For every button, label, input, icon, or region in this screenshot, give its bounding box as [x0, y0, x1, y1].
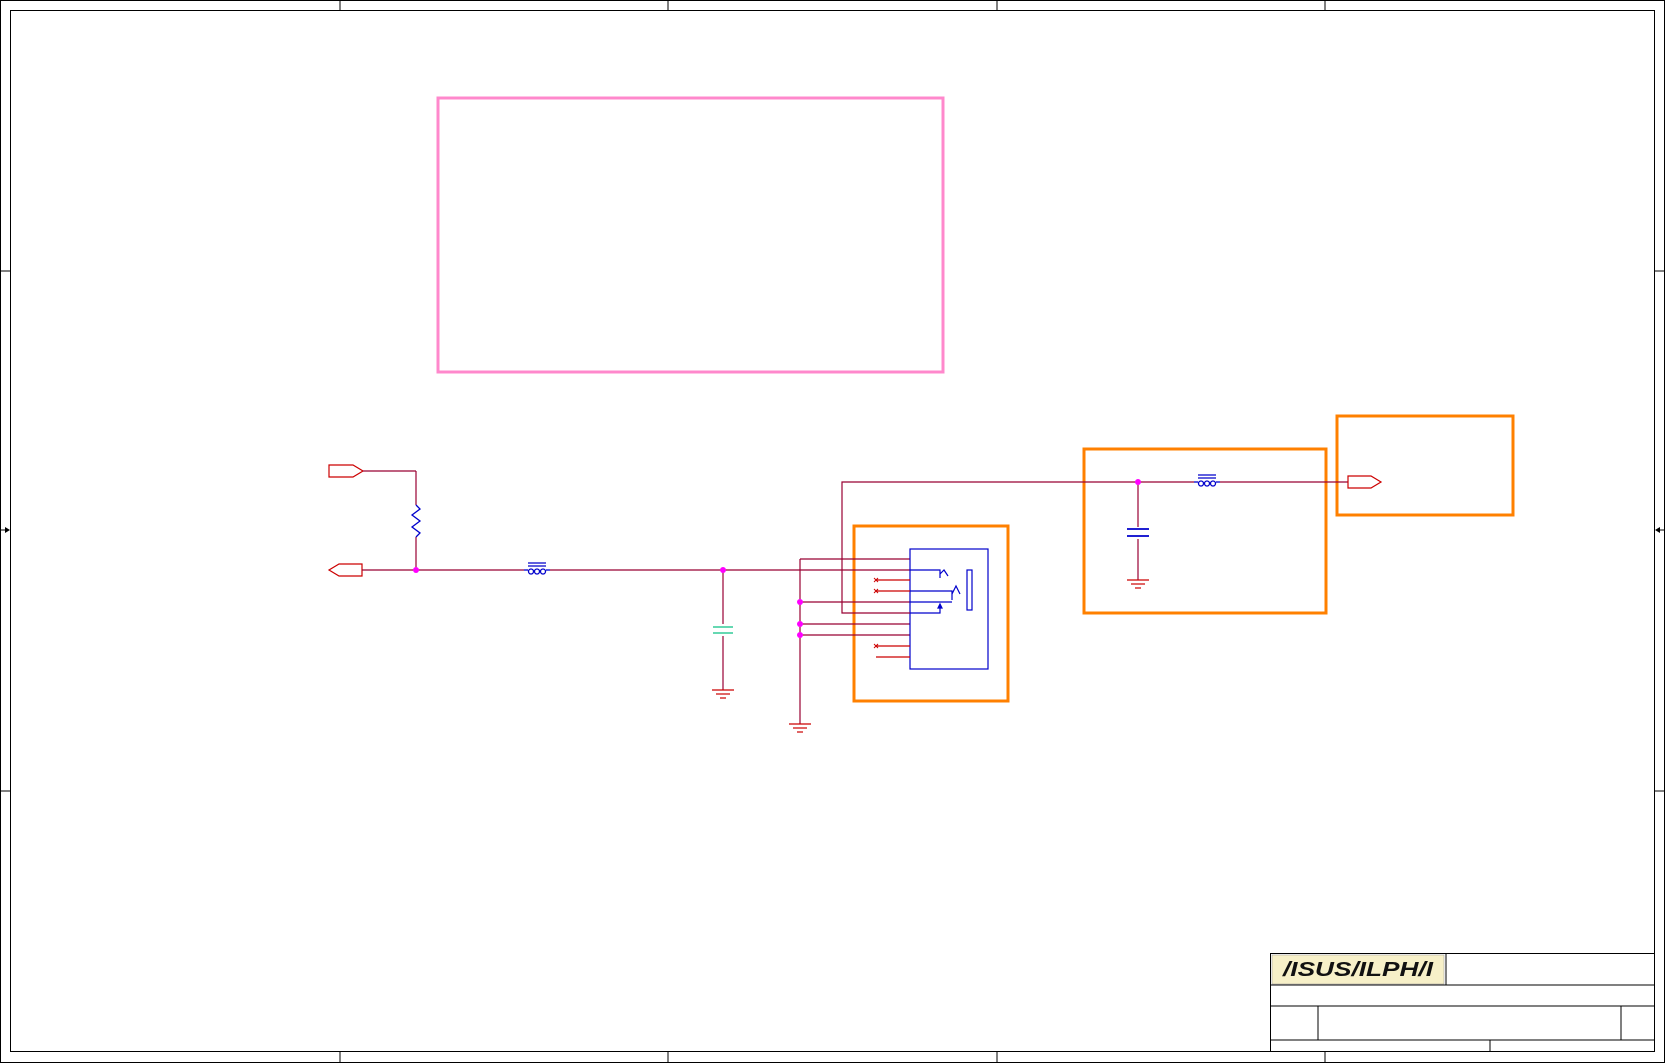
company-logo: /ISUS/ILPH/I — [1271, 954, 1445, 985]
ferrite-bead-left[interactable] — [524, 562, 550, 575]
drawing-frame — [0, 0, 1665, 1063]
frame-center-arrow-right — [1655, 527, 1665, 533]
frame-center-arrow-left — [0, 527, 10, 533]
highlight-box-output — [1335, 414, 1515, 517]
junction-dot — [797, 599, 803, 605]
highlight-box-pink — [436, 96, 945, 374]
wire-net-right — [841, 481, 1348, 614]
ground-symbol-filter — [1127, 579, 1149, 589]
input-port-top[interactable] — [328, 464, 365, 478]
highlight-box-filter — [1082, 447, 1328, 615]
company-logo-text: /ISUS/ILPH/I — [1282, 959, 1434, 981]
ground-symbol-cap — [712, 689, 734, 699]
bidirectional-port-left[interactable] — [327, 563, 363, 577]
ground-symbol-connector — [789, 723, 811, 733]
ferrite-bead-right[interactable] — [1194, 474, 1220, 487]
capacitor-filter-left[interactable] — [713, 626, 733, 634]
junction-dot — [720, 567, 726, 573]
resistor-pullup[interactable] — [410, 504, 422, 538]
wire-net-left — [362, 470, 910, 690]
junction-dot — [1135, 479, 1141, 485]
schematic-sheet: /ISUS/ILPH/I — [0, 0, 1665, 1063]
junction-dot — [797, 632, 803, 638]
audio-jack-connector[interactable] — [873, 548, 989, 670]
output-port-right[interactable] — [1347, 475, 1383, 489]
capacitor-filter-right[interactable] — [1127, 528, 1149, 537]
junction-dot — [797, 621, 803, 627]
junction-dot — [413, 567, 419, 573]
